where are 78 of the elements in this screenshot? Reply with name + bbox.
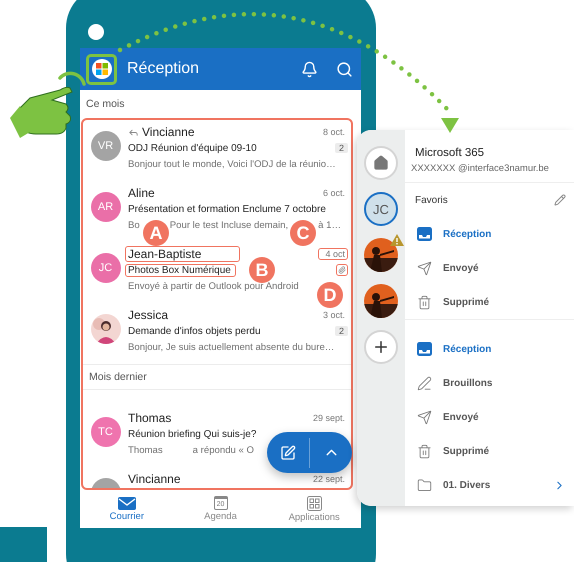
folder-item[interactable]: Supprimé [405, 285, 574, 319]
callout-letter: A [143, 220, 169, 246]
pen-icon [417, 376, 432, 390]
plus-icon [372, 338, 390, 356]
pointing-hand-icon [10, 72, 86, 138]
message-date: 29 sept. [312, 412, 346, 424]
mail-icon [118, 496, 136, 510]
avatar: TC [90, 417, 120, 447]
home-icon [373, 155, 389, 171]
folder-item[interactable]: Supprimé [405, 434, 574, 468]
message-subject: Photos Box Numérique [125, 264, 236, 276]
inbox-icon [417, 342, 432, 356]
avatar: VR [90, 131, 120, 161]
message-date: 4 oct [318, 248, 348, 260]
camera-dot [88, 24, 104, 40]
message-preview: Envoyé à partir de Outlook pour Android [128, 280, 299, 292]
sender-name: Jean-Baptiste [125, 246, 240, 262]
warning-icon [390, 234, 404, 246]
account-name: Microsoft 365 [415, 147, 486, 159]
message-date: 8 oct. [322, 126, 346, 138]
favorites-heading: Favoris [415, 194, 448, 206]
search-icon[interactable] [336, 60, 353, 78]
message-preview: à 1… [318, 220, 342, 230]
message-date: 6 oct. [322, 187, 346, 199]
folder-item[interactable]: Brouillons [405, 366, 574, 400]
sender-name: Jessica [127, 307, 170, 323]
folder-item[interactable]: Réception [405, 332, 574, 366]
compose-icon [280, 444, 296, 460]
bell-icon[interactable] [301, 60, 318, 78]
section-label: Mois dernier [88, 371, 147, 383]
message-subject: ODJ Réunion d'équipe 09-10 [127, 142, 258, 154]
reply-icon [128, 126, 139, 138]
sender-name: Thomas [127, 410, 172, 426]
message-preview: Bonjour, Je suis actuellement absente du bure… [128, 342, 334, 352]
send-icon [417, 260, 432, 276]
message-subject: Réunion briefing Qui suis-je? [127, 428, 258, 440]
nav-tab[interactable]: Applications [288, 512, 340, 522]
header-title: Réception [127, 60, 200, 78]
nav-tab[interactable]: Courrier [110, 510, 144, 522]
message-subject: Demande d'infos objets perdu [127, 324, 262, 338]
message-preview: Pour le test Incluse demain, [170, 220, 288, 230]
message-preview: Bonjour tout le monde, Voici l'ODJ de la réunio… [128, 158, 336, 170]
sender-name: Aline [127, 185, 156, 201]
decorative-block [0, 527, 47, 562]
send-icon [417, 410, 432, 424]
avatar: AR [90, 192, 120, 222]
message-date: 3 oct. [322, 309, 346, 321]
message-preview: a répondu « O [192, 444, 254, 456]
folder-icon [417, 478, 432, 492]
add-account-button[interactable] [364, 330, 398, 364]
avatar: JC [90, 253, 120, 283]
edit-icon[interactable] [554, 194, 566, 206]
section-label: Ce mois [85, 98, 125, 110]
sender-name: Vincianne [127, 471, 182, 487]
inbox-icon [417, 227, 432, 241]
folder-item[interactable]: Réception [405, 217, 574, 251]
thread-count: 2 [334, 143, 348, 153]
callout-letter: C [290, 220, 316, 246]
message-date: 22 sept. [312, 473, 346, 485]
sender-name: Vincianne [141, 124, 196, 140]
home-button[interactable] [364, 146, 398, 180]
trash-icon [417, 444, 432, 458]
nav-tab[interactable]: Agenda [204, 511, 237, 522]
account-email: XXXXXXX @interface3namur.be [411, 163, 550, 174]
account-avatar[interactable]: JC [364, 192, 398, 226]
folder-item[interactable]: 01. Divers [405, 468, 574, 502]
thread-count: 2 [334, 326, 348, 336]
trash-icon [417, 294, 432, 310]
message-preview: Bo [128, 220, 140, 230]
app-logo-icon[interactable] [86, 54, 117, 84]
message-preview: Thomas [128, 444, 163, 456]
message-subject: Présentation et formation Enclume 7 octobre [127, 202, 327, 216]
paperclip-icon [336, 264, 348, 276]
apps-icon [306, 496, 322, 510]
folder-item[interactable]: Envoyé [405, 400, 574, 434]
callout-letter: D [317, 282, 343, 308]
callout-letter: B [249, 257, 275, 283]
folder-item[interactable]: Envoyé [405, 251, 574, 285]
